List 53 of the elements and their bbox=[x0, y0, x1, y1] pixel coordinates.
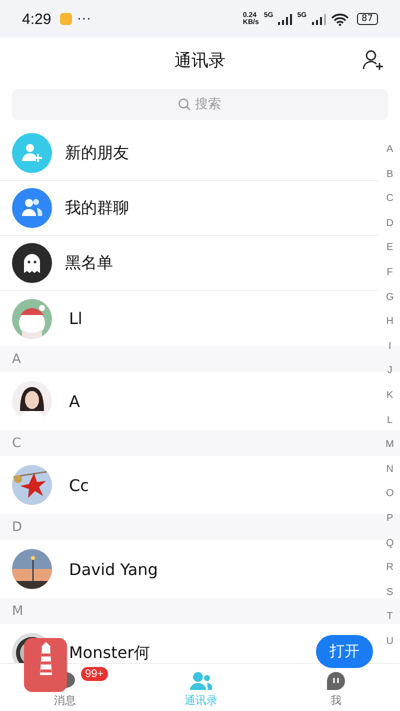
index-letter[interactable]: O bbox=[386, 482, 394, 507]
open-button[interactable]: 打开 bbox=[316, 635, 373, 668]
contact-name: Cc bbox=[69, 476, 89, 494]
index-letter[interactable]: H bbox=[386, 310, 394, 335]
search-field[interactable]: 搜索 bbox=[12, 89, 388, 120]
floating-app-toast[interactable] bbox=[24, 638, 67, 692]
index-letter[interactable]: Q bbox=[386, 532, 394, 556]
section-letter: A bbox=[12, 352, 21, 366]
section-letter: C bbox=[12, 436, 22, 450]
index-letter[interactable]: F bbox=[386, 260, 393, 286]
index-letter[interactable]: U bbox=[386, 630, 394, 654]
index-letter[interactable]: M bbox=[386, 433, 394, 458]
shortcut-label: 黑名单 bbox=[65, 252, 113, 274]
contact-shortcut[interactable]: 新的朋友 bbox=[0, 126, 378, 181]
wifi-icon bbox=[330, 12, 349, 26]
notification-icon bbox=[60, 13, 72, 25]
index-letter[interactable]: B bbox=[386, 162, 394, 188]
contact-name: David Yang bbox=[69, 560, 158, 578]
status-time: 4:29 bbox=[22, 10, 52, 28]
contact-shortcut[interactable]: 我的群聊 bbox=[0, 181, 378, 236]
shortcut-label: 新的朋友 bbox=[65, 142, 129, 164]
signal-icon bbox=[312, 14, 326, 24]
index-letter[interactable]: J bbox=[387, 359, 392, 384]
contact-name: Ll bbox=[69, 309, 82, 328]
unread-badge: 99+ bbox=[81, 667, 108, 681]
tab[interactable]: 我 bbox=[326, 671, 346, 711]
contact-name: A bbox=[69, 392, 80, 410]
index-letter[interactable]: N bbox=[386, 458, 394, 482]
index-letter[interactable]: E bbox=[386, 236, 394, 261]
search-icon bbox=[178, 98, 191, 111]
contact-name: Monster何 bbox=[69, 642, 150, 663]
index-letter[interactable]: D bbox=[386, 212, 394, 236]
section-letter: M bbox=[12, 604, 24, 618]
contact-shortcut[interactable]: 黑名单 bbox=[0, 236, 378, 291]
index-letter[interactable]: G bbox=[386, 286, 394, 310]
profile-icon bbox=[326, 671, 346, 691]
shortcut-label: 我的群聊 bbox=[65, 198, 129, 218]
index-letter[interactable]: R bbox=[386, 556, 394, 581]
signal-icon bbox=[278, 14, 292, 24]
index-letter[interactable]: A bbox=[386, 138, 394, 163]
battery-indicator: 87 bbox=[356, 13, 378, 25]
index-letter[interactable]: L bbox=[387, 408, 393, 434]
index-letter[interactable]: K bbox=[386, 384, 394, 409]
lighthouse-icon bbox=[38, 642, 52, 676]
add-contact-icon[interactable] bbox=[362, 49, 384, 71]
status-more: ··· bbox=[77, 12, 92, 26]
section-letter: D bbox=[12, 520, 22, 534]
index-letter[interactable]: T bbox=[386, 605, 393, 630]
index-letter[interactable]: C bbox=[386, 187, 394, 212]
contacts-icon bbox=[190, 671, 212, 691]
page-title: 通讯录 bbox=[174, 50, 226, 72]
index-letter[interactable]: P bbox=[386, 506, 394, 532]
index-letter[interactable]: S bbox=[386, 580, 394, 606]
